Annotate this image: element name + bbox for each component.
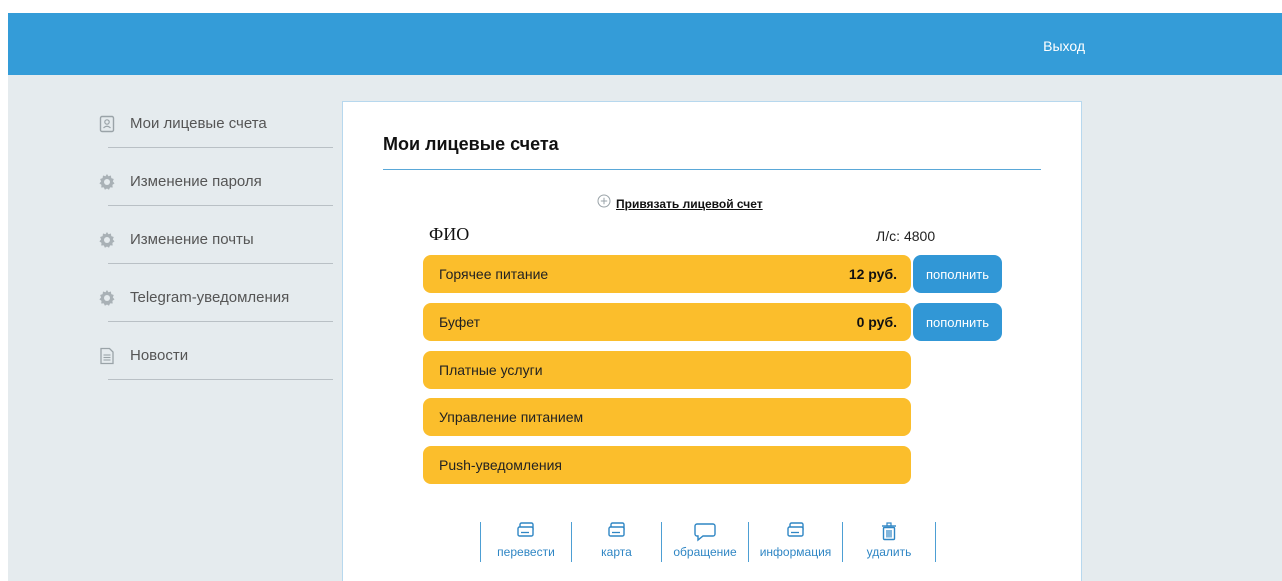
top-up-button[interactable]: пополнить: [913, 255, 1002, 293]
appeal-button[interactable]: обращение: [661, 522, 748, 562]
sidebar-divider: [108, 205, 333, 206]
account-number-label: Л/с:: [876, 228, 900, 244]
trash-icon: [880, 522, 898, 542]
top-up-button[interactable]: пополнить: [913, 303, 1002, 341]
service-label: Горячее питание: [439, 266, 549, 282]
service-label: Push-уведомления: [439, 457, 562, 473]
info-icon: [785, 522, 807, 542]
account-card-icon: [98, 115, 116, 133]
transfer-button[interactable]: перевести: [480, 522, 571, 562]
bind-account-label: Привязать лицевой счет: [616, 196, 763, 211]
gear-icon: [98, 231, 116, 249]
page-title: Мои лицевые счета: [383, 134, 559, 154]
top-bar: Выход: [8, 13, 1282, 75]
account-number-value: 4800: [903, 228, 936, 244]
sidebar-item-label: Telegram-уведомления: [130, 289, 290, 306]
document-icon: [98, 347, 116, 365]
tool-label: информация: [759, 545, 832, 559]
information-button[interactable]: информация: [748, 522, 842, 562]
chat-icon: [693, 522, 717, 542]
accounts-card: Мои лицевые счета Привязать лицевой счет…: [342, 101, 1082, 581]
service-label: Управление питанием: [439, 409, 584, 425]
sidebar-item-label: Изменение почты: [130, 231, 254, 248]
sidebar-divider: [108, 147, 333, 148]
service-balance: 0 руб.: [856, 314, 897, 330]
service-paid-services[interactable]: Платные услуги: [423, 351, 911, 389]
account-number: Л/с: 4800: [876, 228, 935, 244]
sidebar-item-telegram[interactable]: Telegram-уведомления: [96, 277, 356, 335]
sidebar-item-label: Изменение пароля: [130, 173, 262, 190]
transfer-icon: [515, 522, 537, 542]
gear-icon: [98, 173, 116, 191]
sidebar-divider: [108, 263, 333, 264]
title-divider: [383, 169, 1041, 170]
account-toolbar: перевести карта обращение информация уда…: [480, 522, 936, 562]
delete-button[interactable]: удалить: [842, 522, 936, 562]
sidebar-divider: [108, 379, 333, 380]
service-label: Платные услуги: [439, 362, 543, 378]
sidebar-item-email[interactable]: Изменение почты: [96, 219, 356, 277]
service-balance: 12 руб.: [848, 266, 897, 282]
card-button[interactable]: карта: [571, 522, 661, 562]
card-icon: [606, 522, 628, 542]
sidebar-item-label: Новости: [130, 347, 189, 364]
tool-label: обращение: [673, 545, 737, 559]
service-meal-management[interactable]: Управление питанием: [423, 398, 911, 436]
sidebar: Мои лицевые счета Изменение пароля Измен…: [96, 103, 356, 393]
account-holder-name: ФИО: [429, 224, 470, 244]
tool-label: удалить: [866, 545, 912, 559]
logout-link[interactable]: Выход: [1043, 38, 1085, 54]
service-hot-meals[interactable]: Горячее питание 12 руб.: [423, 255, 911, 293]
service-push-notifications[interactable]: Push-уведомления: [423, 446, 911, 484]
sidebar-divider: [108, 321, 333, 322]
bind-account-link[interactable]: Привязать лицевой счет: [597, 194, 763, 213]
sidebar-item-password[interactable]: Изменение пароля: [96, 161, 356, 219]
service-label: Буфет: [439, 314, 480, 330]
app-window: Выход Мои лицевые счета Изменение пароля…: [8, 13, 1282, 581]
tool-label: перевести: [497, 545, 555, 559]
service-buffet[interactable]: Буфет 0 руб.: [423, 303, 911, 341]
tool-label: карта: [601, 545, 632, 559]
sidebar-item-accounts[interactable]: Мои лицевые счета: [96, 103, 356, 161]
gear-icon: [98, 289, 116, 307]
sidebar-item-news[interactable]: Новости: [96, 335, 356, 393]
plus-circle-icon: [597, 194, 611, 213]
sidebar-item-label: Мои лицевые счета: [130, 115, 267, 132]
